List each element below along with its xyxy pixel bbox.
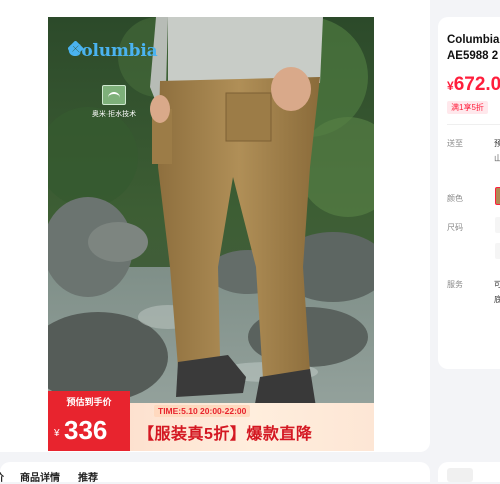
estimated-price-currency: ¥ (54, 428, 60, 439)
tab-recommend[interactable]: 推荐 (78, 469, 98, 484)
water-repellent-icon (102, 85, 126, 105)
product-photo (48, 17, 374, 451)
recommend-chip[interactable] (447, 468, 473, 482)
product-title: Columbia AE5988 2 (447, 32, 500, 64)
service-value-2: 底 (494, 295, 500, 304)
product-title-line2: AE5988 2 (447, 50, 499, 62)
color-swatch[interactable] (495, 187, 500, 205)
product-info-panel: Columbia AE5988 2 ¥672.0 满1享5折 送至 预 山 颜色… (438, 17, 500, 369)
detail-tabs: 价 商品详情 推荐 (0, 462, 430, 484)
promo-banner: 预估到手价 ¥ 336 TIME:5.10 20:00-22:00 【服装真5折… (48, 391, 374, 451)
ship-to-sub: 山 (494, 154, 500, 163)
service-label: 服务 (447, 280, 463, 289)
size-option[interactable] (495, 217, 500, 233)
service-value: 可 (494, 280, 500, 289)
price-value: 672.0 (453, 74, 500, 95)
brand-logo: Columbia (68, 41, 158, 61)
columbia-diamond-icon (68, 41, 83, 56)
tech-badge-label: 奥米·拒水技术 (91, 111, 137, 118)
divider (447, 124, 500, 125)
discount-badge[interactable]: 满1享5折 (447, 101, 488, 114)
product-title-line1: Columbia (447, 34, 500, 46)
product-gallery: Columbia 奥米·拒水技术 预估到手价 ¥ 336 TIME:5.10 2… (0, 0, 430, 452)
ship-to-label: 送至 (447, 139, 463, 148)
size-label: 尺码 (447, 223, 463, 232)
main-product-image[interactable]: Columbia 奥米·拒水技术 预估到手价 ¥ 336 TIME:5.10 2… (48, 17, 374, 451)
estimated-price-amount: 336 (64, 415, 108, 445)
tab-product-details[interactable]: 商品详情 (20, 469, 60, 484)
ship-to-value[interactable]: 预 (494, 138, 500, 149)
recommend-card (438, 462, 500, 482)
product-price: ¥672.0 (447, 74, 500, 96)
price-currency: ¥ (447, 79, 454, 93)
size-option[interactable] (495, 243, 500, 259)
promo-headline: 【服装真5折】爆款直降 (138, 426, 313, 443)
color-label: 颜色 (447, 194, 463, 203)
tab-partial[interactable]: 价 (0, 469, 4, 484)
promo-info: TIME:5.10 20:00-22:00 【服装真5折】爆款直降 (130, 403, 374, 451)
promo-time: TIME:5.10 20:00-22:00 (154, 405, 251, 417)
estimated-price-box: 预估到手价 ¥ 336 (48, 391, 130, 451)
estimated-price-tag: 预估到手价 (66, 397, 112, 407)
tech-badge: 奥米·拒水技术 (84, 85, 144, 119)
